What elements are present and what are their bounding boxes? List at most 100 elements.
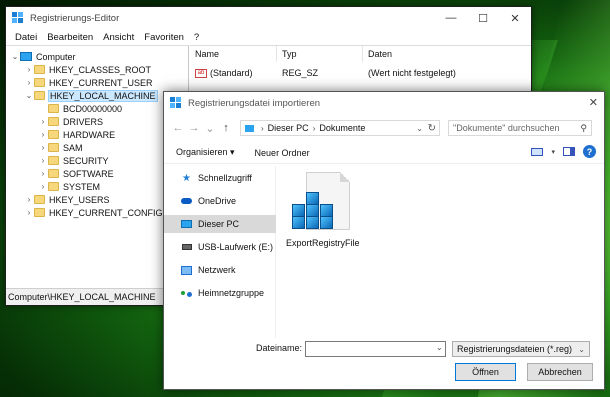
menu-favoriten[interactable]: Favoriten <box>139 32 189 43</box>
tree-item-hkey-current-user[interactable]: › HKEY_CURRENT_USER <box>24 76 153 89</box>
expand-icon[interactable]: › <box>24 65 34 74</box>
close-button[interactable]: ✕ <box>499 7 531 29</box>
collapse-icon[interactable]: ⌄ <box>24 91 34 100</box>
tree-item-label: BCD00000000 <box>63 103 123 114</box>
preview-pane-icon[interactable] <box>563 147 575 156</box>
sidebar-item-onedrive[interactable]: OneDrive <box>164 192 276 210</box>
address-row: ← → ⌄ ↑ › Dieser PC › Dokumente ⌄ ↻ "Dok… <box>164 116 604 140</box>
expand-icon[interactable]: › <box>24 78 34 87</box>
menu-datei[interactable]: Datei <box>10 32 42 43</box>
chevron-down-icon[interactable]: ▾ <box>551 148 555 156</box>
tree-item-hkey-local-machine[interactable]: ⌄ HKEY_LOCAL_MACHINE <box>24 89 158 102</box>
navigation-pane: ★ Schnellzugriff OneDrive Dieser PC USB-… <box>164 166 276 338</box>
cancel-button[interactable]: Abbrechen <box>527 363 593 381</box>
search-placeholder: "Dokumente" durchsuchen <box>453 123 560 133</box>
value-data: (Wert nicht festgelegt) <box>368 68 456 78</box>
file-type-select[interactable]: Registrierungsdateien (*.reg) ⌄ <box>452 341 590 357</box>
registry-cubes-icon <box>292 192 336 230</box>
sidebar-item-dieser-pc[interactable]: Dieser PC <box>164 215 276 233</box>
maximize-button[interactable]: ☐ <box>467 7 499 29</box>
column-header-data[interactable]: Daten <box>363 46 531 62</box>
dialog-titlebar[interactable]: Registrierungsdatei importieren ✕ <box>164 92 604 114</box>
sidebar-item-schnellzugriff[interactable]: ★ Schnellzugriff <box>164 169 276 187</box>
tree-item-system[interactable]: › SYSTEM <box>38 180 100 193</box>
breadcrumb-dokumente[interactable]: Dokumente <box>319 123 365 133</box>
sidebar-item-netzwerk[interactable]: Netzwerk <box>164 261 276 279</box>
column-header-type[interactable]: Typ <box>277 46 363 62</box>
tree-item-hkey-users[interactable]: › HKEY_USERS <box>24 193 110 206</box>
new-folder-button[interactable]: Neuer Ordner <box>245 148 320 158</box>
folder-icon <box>34 78 45 87</box>
back-arrow-icon[interactable]: ← <box>170 122 186 134</box>
collapse-icon[interactable]: ⌄ <box>10 52 20 61</box>
expand-icon[interactable]: › <box>38 156 48 165</box>
menu-ansicht[interactable]: Ansicht <box>98 32 139 43</box>
homegroup-icon <box>181 288 192 298</box>
folder-icon <box>48 130 59 139</box>
tree-item-sam[interactable]: › SAM <box>38 141 83 154</box>
sidebar-item-label: Schnellzugriff <box>198 173 252 183</box>
folder-icon <box>48 143 59 152</box>
help-icon[interactable]: ? <box>583 145 596 158</box>
address-bar[interactable]: › Dieser PC › Dokumente ⌄ ↻ <box>240 120 440 136</box>
tree-item-label: HKEY_CLASSES_ROOT <box>49 64 152 75</box>
tree-item-software[interactable]: › SOFTWARE <box>38 167 114 180</box>
value-row-name[interactable]: ab (Standard) <box>195 68 253 78</box>
folder-icon <box>34 195 45 204</box>
expand-icon[interactable]: › <box>24 208 34 217</box>
value-name: (Standard) <box>210 68 253 78</box>
expand-icon[interactable]: › <box>38 117 48 126</box>
tree-item-label: HARDWARE <box>63 129 116 140</box>
refresh-icon[interactable]: ↻ <box>428 123 436 134</box>
menu-help[interactable]: ? <box>189 32 204 43</box>
expand-icon[interactable]: › <box>38 143 48 152</box>
close-icon[interactable]: ✕ <box>589 96 598 109</box>
registry-tree[interactable]: ⌄ Computer › HKEY_CLASSES_ROOT › HKEY_CU… <box>6 45 189 289</box>
expand-icon[interactable]: › <box>38 130 48 139</box>
tree-item-hardware[interactable]: › HARDWARE <box>38 128 116 141</box>
tree-item-label: HKEY_CURRENT_CONFIG <box>49 207 163 218</box>
computer-icon <box>20 52 32 61</box>
tree-item-hkey-classes-root[interactable]: › HKEY_CLASSES_ROOT <box>24 63 151 76</box>
folder-icon <box>48 117 59 126</box>
menu-bearbeiten[interactable]: Bearbeiten <box>42 32 98 43</box>
tree-item-computer[interactable]: ⌄ Computer <box>10 50 76 63</box>
breadcrumb-dieser-pc[interactable]: Dieser PC <box>268 123 309 133</box>
breadcrumb-separator: › <box>312 123 316 133</box>
file-item-exportregistryfile[interactable]: ExportRegistryFile <box>286 172 366 252</box>
forward-arrow-icon[interactable]: → <box>186 122 202 134</box>
chevron-down-icon[interactable]: ⌄ <box>416 124 423 133</box>
tree-item-label: Computer <box>36 51 76 62</box>
expand-icon[interactable]: › <box>38 169 48 178</box>
open-button[interactable]: Öffnen <box>455 363 516 381</box>
sidebar-item-usb-laufwerk[interactable]: USB-Laufwerk (E:) <box>164 238 276 256</box>
chevron-down-icon[interactable]: ⌄ <box>436 343 443 352</box>
monitor-icon <box>245 124 254 132</box>
string-value-icon: ab <box>195 68 207 78</box>
dialog-title: Registrierungsdatei importieren <box>188 97 321 109</box>
expand-icon[interactable]: › <box>38 182 48 191</box>
regedit-titlebar[interactable]: Registrierungs-Editor — ☐ ✕ <box>6 7 531 29</box>
search-icon: ⚲ <box>580 122 587 133</box>
tree-item-bcd[interactable]: BCD00000000 <box>38 102 122 115</box>
minimize-button[interactable]: — <box>435 7 467 29</box>
view-options-icon[interactable] <box>531 147 544 156</box>
tree-item-label: SECURITY <box>63 155 109 166</box>
tree-item-label: HKEY_CURRENT_USER <box>49 77 153 88</box>
organize-button[interactable]: Organisieren ▾ <box>164 147 245 158</box>
expand-icon[interactable]: › <box>24 195 34 204</box>
column-header-name[interactable]: Name <box>190 46 277 62</box>
tree-item-drivers[interactable]: › DRIVERS <box>38 115 103 128</box>
tree-item-security[interactable]: › SECURITY <box>38 154 109 167</box>
file-name-label: ExportRegistryFile <box>286 238 360 248</box>
recent-locations-chevron-icon[interactable]: ⌄ <box>202 122 218 135</box>
sidebar-item-heimnetzgruppe[interactable]: Heimnetzgruppe <box>164 284 276 302</box>
breadcrumb-separator: › <box>261 123 264 133</box>
tree-item-hkey-current-config[interactable]: › HKEY_CURRENT_CONFIG <box>24 206 163 219</box>
folder-icon <box>48 182 59 191</box>
filename-input[interactable] <box>305 341 446 357</box>
usb-drive-icon <box>181 242 192 252</box>
import-registry-dialog: Registrierungsdatei importieren ✕ ← → ⌄ … <box>163 91 605 390</box>
up-arrow-icon[interactable]: ↑ <box>218 122 234 134</box>
search-input[interactable]: "Dokumente" durchsuchen ⚲ <box>448 120 592 136</box>
